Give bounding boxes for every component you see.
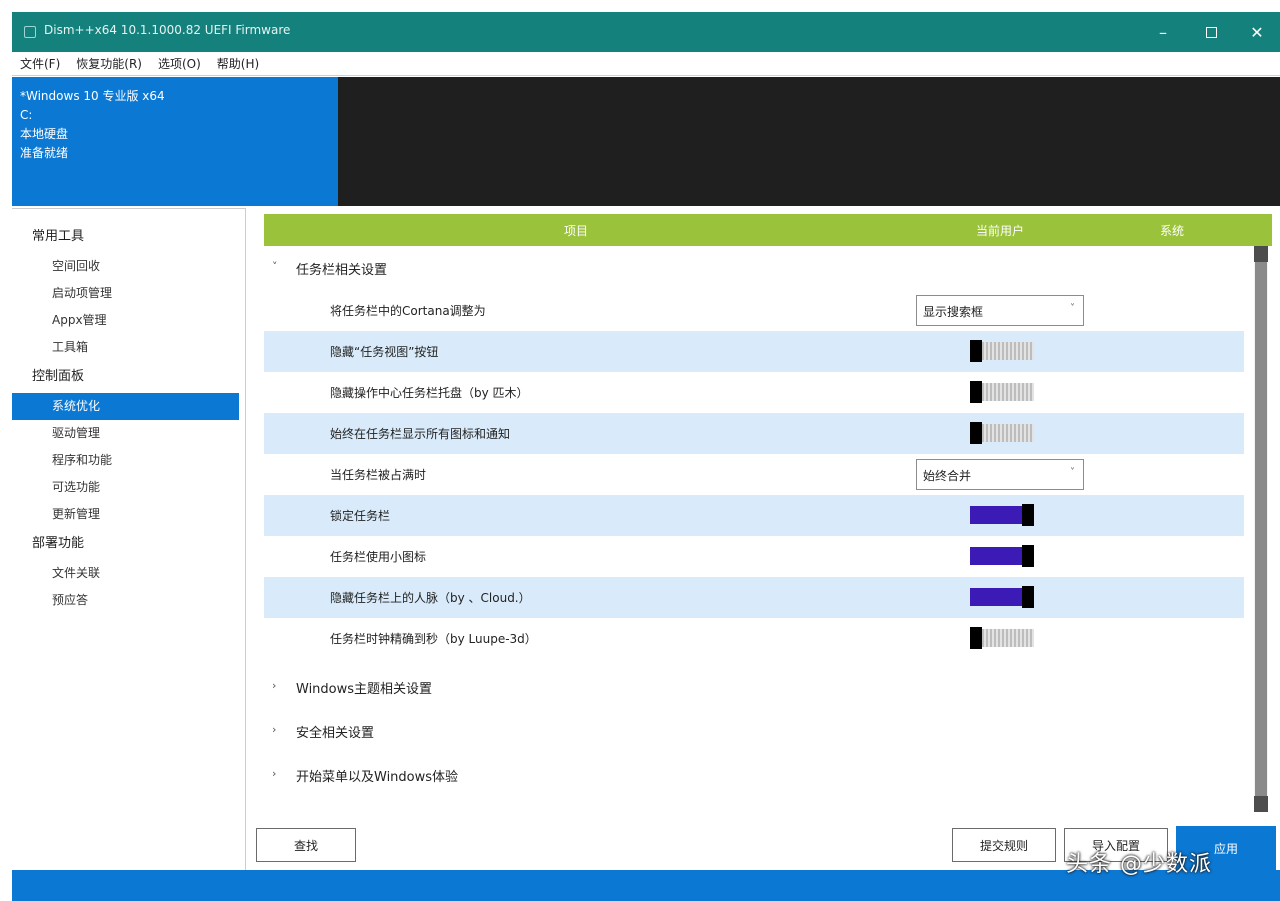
toggle-switch[interactable] xyxy=(970,627,1034,649)
group-start-menu[interactable]: › 开始菜单以及Windows体验 xyxy=(264,753,1244,797)
maximize-icon xyxy=(1205,26,1217,38)
setting-label: 隐藏“任务视图”按钮 xyxy=(330,345,439,359)
scroll-down-button[interactable] xyxy=(1254,796,1268,812)
select-value: 始终合并 xyxy=(923,469,972,483)
cortana-select[interactable]: 显示搜索框 ˅ xyxy=(916,295,1084,326)
title-bar: Dism++x64 10.1.1000.82 UEFI Firmware – ✕ xyxy=(12,12,1280,52)
nav-category-tools: 常用工具 xyxy=(32,229,85,244)
chevron-down-icon: ˅ xyxy=(1070,467,1075,478)
submit-rules-button[interactable]: 提交规则 xyxy=(952,828,1056,862)
group-taskbar[interactable]: ˅ 任务栏相关设置 xyxy=(264,246,1244,290)
session-os: *Windows 10 专业版 x64 xyxy=(20,89,165,103)
sidebar-item-system-optimize[interactable]: 系统优化 xyxy=(12,393,239,420)
toggle-switch[interactable] xyxy=(970,340,1034,362)
column-header-item: 项目 xyxy=(564,224,589,238)
chevron-down-icon: ˅ xyxy=(1070,303,1075,314)
app-icon xyxy=(24,26,36,38)
group-label: 安全相关设置 xyxy=(296,726,375,741)
setting-label: 将任务栏中的Cortana调整为 xyxy=(330,304,486,318)
setting-row: 锁定任务栏 xyxy=(264,495,1244,536)
chevron-down-icon: ˅ xyxy=(272,260,278,273)
setting-row: 隐藏操作中心任务栏托盘（by 匹木） xyxy=(264,372,1244,413)
setting-row: 任务栏时钟精确到秒（by Luupe-3d） xyxy=(264,618,1244,659)
settings-table: 项目 当前用户 系统 ˅ 任务栏相关设置 将任务栏中的Cortana调整为 显示… xyxy=(264,214,1272,814)
setting-label: 隐藏任务栏上的人脉（by 、Cloud.） xyxy=(330,591,531,605)
session-card[interactable]: *Windows 10 专业版 x64 C: 本地硬盘 准备就绪 xyxy=(12,77,338,206)
chevron-right-icon: › xyxy=(272,767,277,780)
minimize-button[interactable]: – xyxy=(1140,12,1186,52)
sidebar-item-unattend[interactable]: 预应答 xyxy=(12,587,239,614)
sidebar-item-drivers[interactable]: 驱动管理 xyxy=(12,420,239,447)
setting-label: 当任务栏被占满时 xyxy=(330,468,427,482)
menu-bar: 文件(F) 恢复功能(R) 选项(O) 帮助(H) xyxy=(12,52,1280,76)
setting-label: 隐藏操作中心任务栏托盘（by 匹木） xyxy=(330,386,529,400)
chevron-right-icon: › xyxy=(272,723,277,736)
toggle-knob xyxy=(970,340,982,362)
group-label: 任务栏相关设置 xyxy=(296,263,388,278)
scroll-up-button[interactable] xyxy=(1254,246,1268,262)
setting-label: 锁定任务栏 xyxy=(330,509,391,523)
sidebar-item-startup[interactable]: 启动项管理 xyxy=(12,280,239,307)
column-header-system: 系统 xyxy=(1160,224,1185,238)
menu-restore[interactable]: 恢复功能(R) xyxy=(68,55,150,72)
session-status: 准备就绪 xyxy=(20,146,69,160)
toggle-knob xyxy=(970,422,982,444)
toggle-switch[interactable] xyxy=(970,381,1034,403)
group-windows-theme[interactable]: › Windows主题相关设置 xyxy=(264,665,1244,709)
setting-row: 隐藏任务栏上的人脉（by 、Cloud.） xyxy=(264,577,1244,618)
setting-label: 始终在任务栏显示所有图标和通知 xyxy=(330,427,511,441)
setting-row: 始终在任务栏显示所有图标和通知 xyxy=(264,413,1244,454)
toggle-knob xyxy=(1022,545,1034,567)
toggle-switch[interactable] xyxy=(970,586,1034,608)
top-border xyxy=(0,0,1280,12)
toggle-knob xyxy=(1022,504,1034,526)
group-label: Windows主题相关设置 xyxy=(296,682,433,697)
toggle-switch[interactable] xyxy=(970,504,1034,526)
sidebar-item-programs[interactable]: 程序和功能 xyxy=(12,447,239,474)
setting-row: 将任务栏中的Cortana调整为 显示搜索框 ˅ xyxy=(264,290,1244,331)
sidebar-item-optional-features[interactable]: 可选功能 xyxy=(12,474,239,501)
window-title: Dism++x64 10.1.1000.82 UEFI Firmware xyxy=(44,23,291,37)
nav-category-control-panel: 控制面板 xyxy=(32,369,85,384)
search-button[interactable]: 查找 xyxy=(256,828,356,862)
group-label: 开始菜单以及Windows体验 xyxy=(296,770,459,785)
menu-help[interactable]: 帮助(H) xyxy=(209,55,267,72)
close-button[interactable]: ✕ xyxy=(1234,12,1280,52)
column-header-current-user: 当前用户 xyxy=(976,224,1025,238)
group-security[interactable]: › 安全相关设置 xyxy=(264,709,1244,753)
menu-options[interactable]: 选项(O) xyxy=(150,55,209,72)
sidebar-item-updates[interactable]: 更新管理 xyxy=(12,501,239,528)
chevron-right-icon: › xyxy=(272,679,277,692)
sidebar-item-file-assoc[interactable]: 文件关联 xyxy=(12,560,239,587)
session-area-empty xyxy=(338,77,1280,206)
menu-file[interactable]: 文件(F) xyxy=(12,55,68,72)
minimize-icon: – xyxy=(1159,22,1167,42)
toggle-switch[interactable] xyxy=(970,545,1034,567)
taskbar-combine-select[interactable]: 始终合并 ˅ xyxy=(916,459,1084,490)
nav-category-deploy: 部署功能 xyxy=(32,536,85,551)
watermark: 头条 @少数派 xyxy=(1066,852,1212,877)
setting-row: 任务栏使用小图标 xyxy=(264,536,1244,577)
sidebar-item-appx[interactable]: Appx管理 xyxy=(12,307,239,334)
scroll-thumb[interactable] xyxy=(1255,262,1267,796)
maximize-button[interactable] xyxy=(1188,12,1234,52)
toggle-knob xyxy=(970,627,982,649)
setting-row: 当任务栏被占满时 始终合并 ˅ xyxy=(264,454,1244,495)
session-disk-type: 本地硬盘 xyxy=(20,127,69,141)
settings-rows: ˅ 任务栏相关设置 将任务栏中的Cortana调整为 显示搜索框 ˅ 隐藏“任务… xyxy=(264,246,1244,797)
toggle-knob xyxy=(1022,586,1034,608)
sidebar: 常用工具 空间回收 启动项管理 Appx管理 工具箱 控制面板 系统优化 驱动管… xyxy=(12,208,246,870)
setting-label: 任务栏使用小图标 xyxy=(330,550,427,564)
session-drive: C: xyxy=(20,108,33,122)
select-value: 显示搜索框 xyxy=(923,305,984,319)
toggle-knob xyxy=(970,381,982,403)
setting-row: 隐藏“任务视图”按钮 xyxy=(264,331,1244,372)
table-header: 项目 当前用户 系统 xyxy=(264,214,1272,246)
sidebar-item-space-cleanup[interactable]: 空间回收 xyxy=(12,253,239,280)
close-icon: ✕ xyxy=(1250,22,1264,42)
sidebar-item-toolbox[interactable]: 工具箱 xyxy=(12,334,239,361)
toggle-switch[interactable] xyxy=(970,422,1034,444)
setting-label: 任务栏时钟精确到秒（by Luupe-3d） xyxy=(330,632,537,646)
